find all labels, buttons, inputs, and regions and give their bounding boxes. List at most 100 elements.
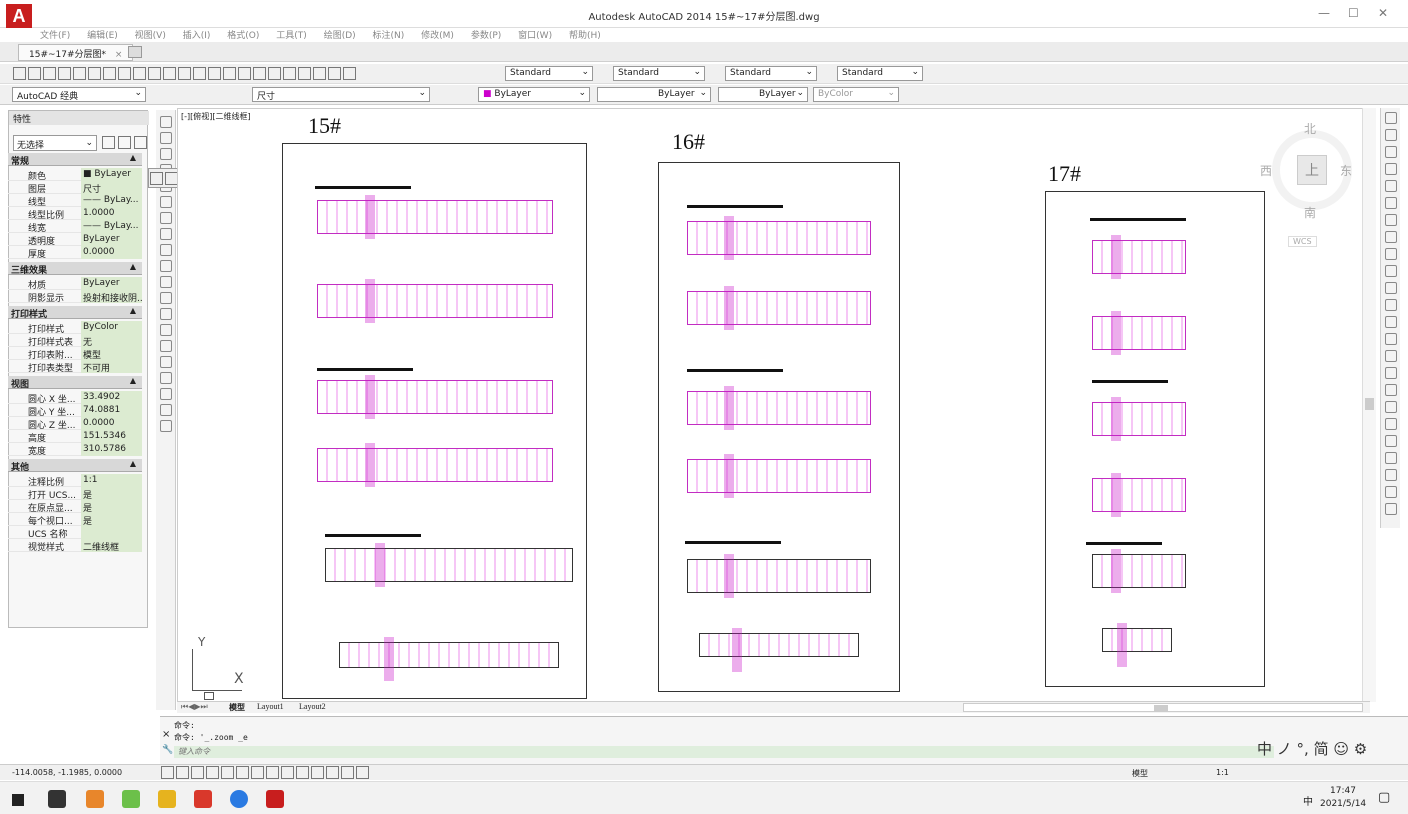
mtext-icon[interactable]	[160, 404, 172, 416]
coordinates-readout[interactable]: -114.0058, -1.1985, 0.0000	[12, 768, 122, 777]
mirror-icon[interactable]	[1385, 146, 1397, 158]
property-row[interactable]: 打印样式 ByColor	[8, 321, 142, 335]
close-icon[interactable]: ✕	[1378, 6, 1388, 20]
property-value[interactable]: 33.4902	[81, 391, 142, 404]
mleader-style-select[interactable]: Standard ⌄	[837, 66, 923, 81]
osnap-icon[interactable]	[236, 766, 249, 779]
app-icon[interactable]	[86, 790, 104, 808]
property-value[interactable]: ■ ByLayer	[81, 168, 142, 181]
new-icon[interactable]	[13, 67, 26, 80]
stretch-icon[interactable]	[1385, 248, 1397, 260]
zoom-previous-icon[interactable]	[238, 67, 251, 80]
browser-icon[interactable]	[122, 790, 140, 808]
rotate-icon[interactable]	[1385, 214, 1397, 226]
property-value[interactable]	[81, 526, 142, 539]
selection-select[interactable]: 无选择 ⌄	[13, 135, 97, 151]
property-row[interactable]: 颜色 ■ ByLayer	[8, 168, 142, 182]
offset-icon[interactable]	[1385, 163, 1397, 175]
copy-icon[interactable]	[118, 67, 131, 80]
move-icon[interactable]	[1385, 197, 1397, 209]
properties-section-header[interactable]: 其他 ▲	[8, 459, 142, 473]
drawing-canvas[interactable]: 15# 16# 17# Y X	[177, 108, 1370, 702]
command-input[interactable]: 键入命令	[174, 746, 1274, 758]
property-value[interactable]: ByColor	[81, 321, 142, 334]
properties-section-header[interactable]: 常规 ▲	[8, 153, 142, 167]
polyline-icon[interactable]	[160, 148, 172, 160]
insert-block-icon[interactable]	[160, 292, 172, 304]
quick-select-icon[interactable]	[134, 136, 147, 149]
erase-icon[interactable]	[1385, 112, 1397, 124]
model-space-toggle[interactable]: 模型	[1132, 768, 1148, 779]
matchprop-icon[interactable]	[148, 67, 161, 80]
property-row[interactable]: 图层 尺寸	[8, 181, 142, 195]
properties-icon[interactable]	[253, 67, 266, 80]
help-icon[interactable]	[343, 67, 356, 80]
plotstyle-select[interactable]: ByColor ⌄	[813, 87, 899, 102]
3dosnap-icon[interactable]	[251, 766, 264, 779]
grid-icon[interactable]	[191, 766, 204, 779]
sheet-15[interactable]	[282, 143, 587, 699]
property-value[interactable]: 投射和接收阴...	[81, 290, 142, 303]
property-value[interactable]: ByLayer	[81, 233, 142, 246]
property-value[interactable]: 310.5786	[81, 443, 142, 456]
showmotion-icon[interactable]	[1385, 486, 1397, 498]
vertical-scrollbar[interactable]	[1362, 108, 1376, 702]
property-value[interactable]: —— ByLay...	[81, 220, 142, 233]
property-row[interactable]: 打印表附... 模型	[8, 347, 142, 361]
break-icon[interactable]	[1385, 316, 1397, 328]
menu-dimension[interactable]: 标注(N)	[373, 31, 405, 41]
horizontal-scrollbar[interactable]	[963, 703, 1363, 712]
ellipse-arc-icon[interactable]	[160, 276, 172, 288]
qp-icon[interactable]	[341, 766, 354, 779]
ime-toolbar[interactable]: 中 ノ °, 简 ☺ ⚙	[1257, 738, 1367, 759]
wcs-menu[interactable]: WCS	[1288, 236, 1317, 247]
viewport-controls[interactable]: [-][俯视][二维线框]	[181, 111, 251, 122]
fillet-icon[interactable]	[1385, 367, 1397, 379]
tab-nav-arrows[interactable]: ⏮◀▶⏭	[181, 702, 208, 712]
lwt-icon[interactable]	[311, 766, 324, 779]
compass-west[interactable]: 西	[1260, 162, 1272, 179]
scroll-thumb[interactable]	[1365, 398, 1374, 410]
viewcube-top-face[interactable]: 上	[1297, 155, 1327, 185]
lineweight-select[interactable]: ByLayer ⌄	[718, 87, 808, 102]
menu-modify[interactable]: 修改(M)	[421, 31, 454, 41]
table-icon[interactable]	[160, 388, 172, 400]
menu-help[interactable]: 帮助(H)	[569, 31, 601, 41]
properties-section-header[interactable]: 三维效果 ▲	[8, 262, 142, 276]
trim-icon[interactable]	[1385, 265, 1397, 277]
property-value[interactable]: 151.5346	[81, 430, 142, 443]
property-row[interactable]: 材质 ByLayer	[8, 277, 142, 291]
redo-icon[interactable]	[178, 67, 191, 80]
hscroll-thumb[interactable]	[1154, 705, 1168, 711]
property-row[interactable]: UCS 名称	[8, 526, 142, 540]
clock-date[interactable]: 2021/5/14	[1320, 799, 1366, 809]
menu-parametric[interactable]: 参数(P)	[471, 31, 501, 41]
point-icon[interactable]	[160, 324, 172, 336]
file-explorer-icon[interactable]	[158, 790, 176, 808]
minimize-icon[interactable]: —	[1318, 6, 1330, 20]
infer-constraints-icon[interactable]	[161, 766, 174, 779]
ellipse-icon[interactable]	[160, 260, 172, 272]
close-cmd-icon[interactable]: ×	[162, 729, 170, 740]
pan-icon[interactable]	[1385, 418, 1397, 430]
collapse-icon[interactable]: ▲	[130, 459, 136, 468]
make-block-icon[interactable]	[160, 308, 172, 320]
steering-wheel-icon[interactable]	[1385, 469, 1397, 481]
autocad-taskbar-icon[interactable]	[266, 790, 284, 808]
array-icon[interactable]	[1385, 180, 1397, 192]
markup-icon[interactable]	[313, 67, 326, 80]
property-row[interactable]: 在原点显... 是	[8, 500, 142, 514]
scale-icon[interactable]	[1385, 231, 1397, 243]
menu-edit[interactable]: 编辑(E)	[87, 31, 118, 41]
blend-icon[interactable]	[1385, 401, 1397, 413]
circle-icon[interactable]	[160, 212, 172, 224]
publish-icon[interactable]	[88, 67, 101, 80]
sheet-16[interactable]	[658, 162, 900, 692]
gradient-icon[interactable]	[160, 356, 172, 368]
add-selected-icon[interactable]	[160, 420, 172, 432]
chamfer-icon[interactable]	[1385, 350, 1397, 362]
notification-icon[interactable]: ▢	[1378, 790, 1390, 805]
viewcube[interactable]: 上 北 南 东 西 WCS	[1252, 110, 1362, 250]
property-row[interactable]: 每个视口... 是	[8, 513, 142, 527]
line-icon[interactable]	[160, 116, 172, 128]
